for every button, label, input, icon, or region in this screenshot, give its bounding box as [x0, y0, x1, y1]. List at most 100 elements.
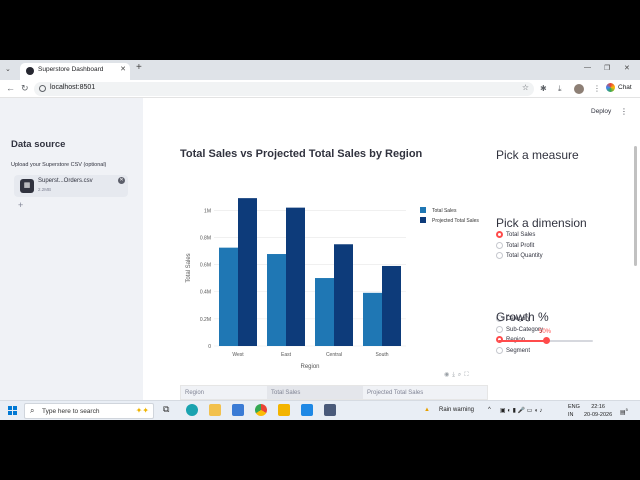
file-explorer-icon[interactable] — [209, 404, 221, 416]
remove-file-icon[interactable]: ✕ — [118, 177, 125, 184]
radio-button[interactable] — [496, 325, 503, 333]
refresh-icon[interactable]: ↻ — [21, 83, 29, 94]
legend-label: Total Sales — [432, 208, 457, 214]
address-bar-row: ← ↻ localhost:8501 ☆ ✱ ⤓ ⋮ Chat — [0, 80, 640, 98]
radio-option[interactable]: Segment — [496, 346, 531, 354]
notification-count: 5 — [625, 407, 628, 412]
url-field[interactable]: localhost:8501 ☆ — [34, 82, 534, 96]
radio-button[interactable] — [496, 231, 503, 238]
growth-slider[interactable] — [498, 337, 593, 344]
chart-title: Total Sales vs Projected Total Sales by … — [180, 148, 423, 160]
chat-label: Chat — [618, 84, 632, 92]
tray-chevron-icon[interactable]: ^ — [488, 407, 491, 413]
search-placeholder: Type here to search — [42, 408, 100, 415]
y-tick-label: 0.8M — [200, 235, 211, 241]
legend-label: Projected Total Sales — [432, 218, 479, 224]
window-close-icon[interactable]: ✕ — [624, 64, 630, 72]
language-indicator[interactable]: ENG IN — [568, 403, 580, 419]
download-icon[interactable]: ⤓ — [558, 84, 562, 94]
bookmark-star-icon[interactable]: ☆ — [522, 83, 529, 92]
tray-app-icons[interactable]: ▣ ◐ ▮ 🎤 ▭ ◖ ♪ — [500, 407, 542, 414]
radio-option[interactable]: Total Quantity — [496, 252, 543, 259]
deploy-button[interactable]: Deploy — [591, 108, 611, 115]
clock[interactable]: 22:16 20-09-2026 — [584, 403, 612, 419]
radio-option[interactable]: Total Sales — [496, 231, 535, 238]
clock-time: 22:16 — [591, 404, 605, 410]
bar-projected-total-sales — [382, 265, 401, 346]
legend-swatch — [420, 207, 426, 213]
legend-swatch — [420, 217, 426, 223]
y-tick-label: 0 — [208, 344, 211, 350]
bar-total-sales — [219, 247, 238, 346]
slider-thumb[interactable] — [542, 337, 550, 344]
radio-button[interactable] — [496, 241, 503, 249]
radio-label: Total Quantity — [506, 253, 543, 260]
windows-start-icon[interactable] — [8, 406, 17, 415]
site-info-icon[interactable] — [39, 85, 46, 92]
radio-button[interactable] — [496, 346, 503, 354]
taskbar: ⌕ Type here to search ✦✦ ⧉ ▲ Rain warnin… — [0, 400, 640, 420]
lang-bottom: IN — [568, 412, 574, 418]
file-size: 2.2MB — [38, 187, 52, 192]
browser-tab[interactable]: Superstore Dashboard ✕ — [20, 63, 130, 80]
slider-fill — [498, 340, 546, 342]
radio-button[interactable] — [496, 252, 503, 259]
url-text: localhost:8501 — [50, 84, 96, 91]
x-tick-label: South — [375, 352, 388, 358]
chart-toolbar[interactable]: ◉⤓⌕⛶ — [444, 371, 471, 379]
dimension-heading: Pick a dimension — [496, 216, 587, 230]
radio-option[interactable]: Total Profit — [496, 241, 535, 249]
extensions-icon[interactable]: ✱ — [540, 84, 547, 93]
browser-menu-icon[interactable]: ⋮ — [593, 84, 601, 93]
vscode-icon[interactable] — [301, 404, 313, 416]
notification-icon[interactable]: ▤5 — [620, 407, 628, 416]
warning-icon: ▲ — [424, 407, 430, 413]
radio-label: Total Profit — [506, 242, 535, 249]
bar-total-sales — [267, 254, 286, 346]
taskbar-search[interactable]: ⌕ Type here to search ✦✦ — [24, 403, 154, 419]
uploaded-file-card: ▦ Superst...Orders.csv 2.2MB ✕ — [14, 175, 128, 197]
app-icon[interactable] — [324, 404, 336, 416]
chat-button[interactable]: Chat — [606, 83, 632, 92]
tab-title: Superstore Dashboard — [38, 66, 104, 73]
tab-close-icon[interactable]: ✕ — [120, 65, 126, 73]
x-tick-label: East — [281, 352, 292, 358]
bar-chart: 0 0.2M 0.4M 0.6M 0.8M 1M West East Central South R… — [186, 198, 479, 370]
bar-total-sales — [363, 292, 382, 346]
file-icon: ▦ — [20, 179, 34, 193]
radio-label: Total Sales — [506, 232, 536, 239]
main-menu-icon[interactable]: ⋮ — [620, 107, 628, 116]
upload-label: Upload your Superstore CSV (optional) — [11, 162, 107, 168]
minimize-icon[interactable]: — — [584, 64, 591, 71]
data-table-header: Region Total Sales Projected Total Sales — [180, 385, 488, 400]
powerbi-icon[interactable] — [278, 404, 290, 416]
column-header[interactable]: Projected Total Sales — [367, 390, 423, 396]
bar-total-sales — [315, 278, 334, 346]
weather-text[interactable]: Rain warning — [439, 407, 474, 413]
edge-icon[interactable] — [186, 404, 198, 416]
back-icon[interactable]: ← — [6, 83, 15, 93]
y-tick-label: 0.6M — [200, 263, 211, 269]
file-name: Superst...Orders.csv — [38, 178, 93, 184]
new-tab-icon[interactable]: + — [136, 62, 142, 73]
sidebar: Data source Upload your Superstore CSV (… — [0, 98, 143, 400]
column-header[interactable]: Total Sales — [271, 390, 300, 396]
store-icon[interactable] — [232, 404, 244, 416]
task-view-icon[interactable]: ⧉ — [163, 404, 175, 416]
column-header[interactable]: Region — [185, 390, 204, 396]
tab-list-icon[interactable]: ⌄ — [5, 65, 11, 73]
add-file-icon[interactable]: + — [18, 200, 23, 210]
chrome-icon[interactable] — [255, 404, 267, 416]
screen: ⌄ Superstore Dashboard ✕ + — ❐ ✕ ← ↻ loc… — [0, 60, 640, 420]
search-highlight-icon: ✦✦ — [135, 406, 149, 415]
browser-tab-strip: ⌄ Superstore Dashboard ✕ + — ❐ ✕ — [0, 60, 640, 80]
profile-avatar[interactable] — [574, 84, 584, 94]
radio-label: Segment — [506, 347, 531, 354]
lang-top: ENG — [568, 404, 580, 410]
restore-icon[interactable]: ❐ — [604, 64, 610, 72]
radio-option[interactable]: Sub-Category — [496, 325, 543, 333]
search-icon: ⌕ — [30, 406, 35, 415]
page-scrollbar[interactable] — [634, 146, 637, 266]
streamlit-favicon-icon — [26, 67, 34, 75]
sidebar-title: Data source — [11, 139, 66, 150]
